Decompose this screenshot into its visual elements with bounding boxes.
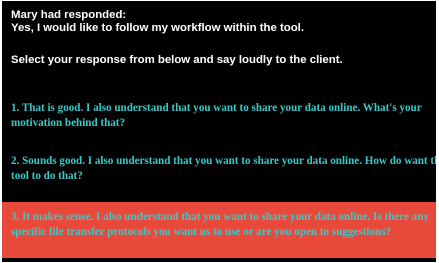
response-option-1[interactable]: 1. That is good. I also understand that … (2, 101, 436, 131)
response-option-1-line2: motivation behind that? (11, 117, 126, 129)
response-panel: Mary had responded: Yes, I would like to… (2, 1, 436, 262)
response-option-3-line2: specific file transfer protocols you wan… (11, 226, 392, 238)
response-option-2-line1: 2. Sounds good. I also understand that y… (11, 155, 436, 167)
client-response-text: Yes, I would like to follow my workflow … (11, 22, 305, 34)
response-option-3-line1: 3. It makes sense. I also understand tha… (11, 211, 429, 223)
response-option-2-line2: tool to do that? (11, 170, 83, 182)
response-option-1-line1: 1. That is good. I also understand that … (11, 102, 422, 114)
instruction-text: Select your response from below and say … (11, 54, 343, 66)
client-response-header: Mary had responded: (11, 9, 127, 21)
client-response: Mary had responded: Yes, I would like to… (11, 9, 431, 35)
response-option-3-selected[interactable]: 3. It makes sense. I also understand tha… (2, 202, 436, 258)
response-option-2[interactable]: 2. Sounds good. I also understand that y… (2, 154, 436, 184)
